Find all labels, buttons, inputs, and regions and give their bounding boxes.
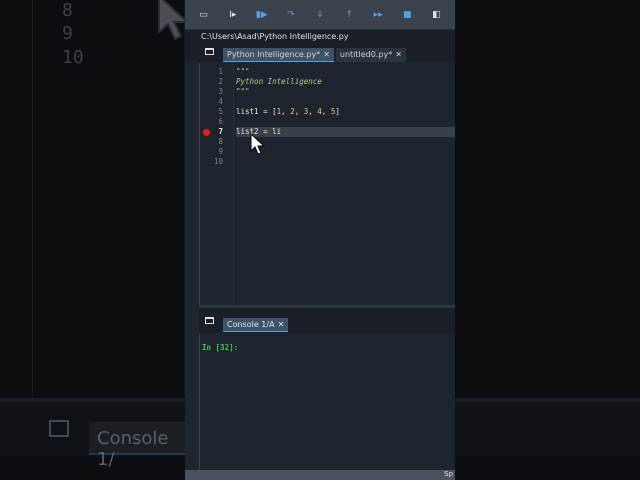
line-number: 6 <box>218 117 223 126</box>
file-path: C:\Users\Asad\Python Intelligence.py <box>185 30 455 44</box>
debug-toolbar: ▭ I▸ ▮▶ ↷ ↓ ↑ ▸▸ ■ ◧ <box>185 0 455 30</box>
tab-python-intelligence[interactable]: Python Intelligence.py* ✕ <box>223 48 334 62</box>
step-over-icon[interactable]: ↷ <box>283 10 299 20</box>
code-line: list1 = [1, 2, 3, 4, 5] <box>236 107 340 116</box>
editor-tabs: Python Intelligence.py* ✕ untitled0.py* ✕ <box>185 44 455 62</box>
number: 2 <box>290 107 295 116</box>
bg-pane-icon <box>49 420 69 437</box>
bg-line-number: 10 <box>62 47 84 68</box>
fast-forward-icon[interactable]: ▸▸ <box>370 10 386 20</box>
code-line: """ <box>236 87 250 96</box>
number: 4 <box>317 107 322 116</box>
pane-menu-icon[interactable] <box>205 48 214 55</box>
console-header: Console 1/A ✕ <box>199 305 455 333</box>
line-number-gutter: 1 2 3 4 5 6 7 8 9 10 <box>200 63 234 305</box>
current-code-line: list2 = li <box>236 127 455 137</box>
tab-label: Console 1/A <box>227 320 275 329</box>
ipython-console[interactable]: In [32]: <box>199 333 455 470</box>
code-line: """ <box>236 67 250 76</box>
line-number: 8 <box>218 137 223 146</box>
background-editor <box>32 0 185 395</box>
status-bar: Sp <box>185 470 455 480</box>
line-number: 2 <box>218 77 223 86</box>
step-out-icon[interactable]: ↑ <box>341 10 357 20</box>
tab-label: Python Intelligence.py* <box>227 50 321 59</box>
tab-untitled0[interactable]: untitled0.py* ✕ <box>335 48 406 62</box>
tab-label: untitled0.py* <box>339 50 393 59</box>
line-number: 9 <box>218 147 223 156</box>
number: 3 <box>303 107 309 116</box>
line-number: 10 <box>213 157 223 166</box>
maximize-pane-icon[interactable]: ▭ <box>196 10 212 20</box>
line-number: 5 <box>218 107 223 116</box>
code-line: Python Intelligence <box>236 77 322 86</box>
tab-console[interactable]: Console 1/A ✕ <box>223 318 289 332</box>
code-editor[interactable]: 1 2 3 4 5 6 7 8 9 10 """ Python Intellig… <box>199 63 455 305</box>
close-icon[interactable]: ✕ <box>278 320 285 329</box>
layout-icon[interactable]: ◧ <box>428 10 444 20</box>
pane-menu-icon[interactable] <box>205 317 214 324</box>
number: 1 <box>276 107 282 116</box>
spyder-window: ▭ I▸ ▮▶ ↷ ↓ ↑ ▸▸ ■ ◧ C:\Users\Asad\Pytho… <box>185 0 455 480</box>
line-number: 3 <box>218 87 223 96</box>
continue-icon[interactable]: ▮▶ <box>254 10 270 20</box>
step-into-icon[interactable]: ↓ <box>312 10 328 20</box>
mouse-cursor-icon <box>250 133 266 155</box>
line-number: 4 <box>218 97 223 106</box>
console-prompt: In [32]: <box>202 343 239 352</box>
number: 5 <box>330 107 336 116</box>
bg-line-number: 9 <box>62 23 73 44</box>
bg-console-tab: Console 1/ <box>89 422 185 470</box>
run-cell-icon[interactable]: I▸ <box>225 10 241 20</box>
breakpoint-icon[interactable] <box>203 129 210 136</box>
line-number: 1 <box>218 67 223 76</box>
close-icon[interactable]: ✕ <box>323 50 330 59</box>
close-icon[interactable]: ✕ <box>395 50 402 60</box>
bg-line-number: 8 <box>62 0 73 21</box>
status-text: Sp <box>444 470 453 478</box>
stop-icon[interactable]: ■ <box>399 10 415 20</box>
code-lines: """ Python Intelligence """ list1 = [1, … <box>236 67 455 137</box>
code-text: list1 = [ <box>236 107 277 116</box>
